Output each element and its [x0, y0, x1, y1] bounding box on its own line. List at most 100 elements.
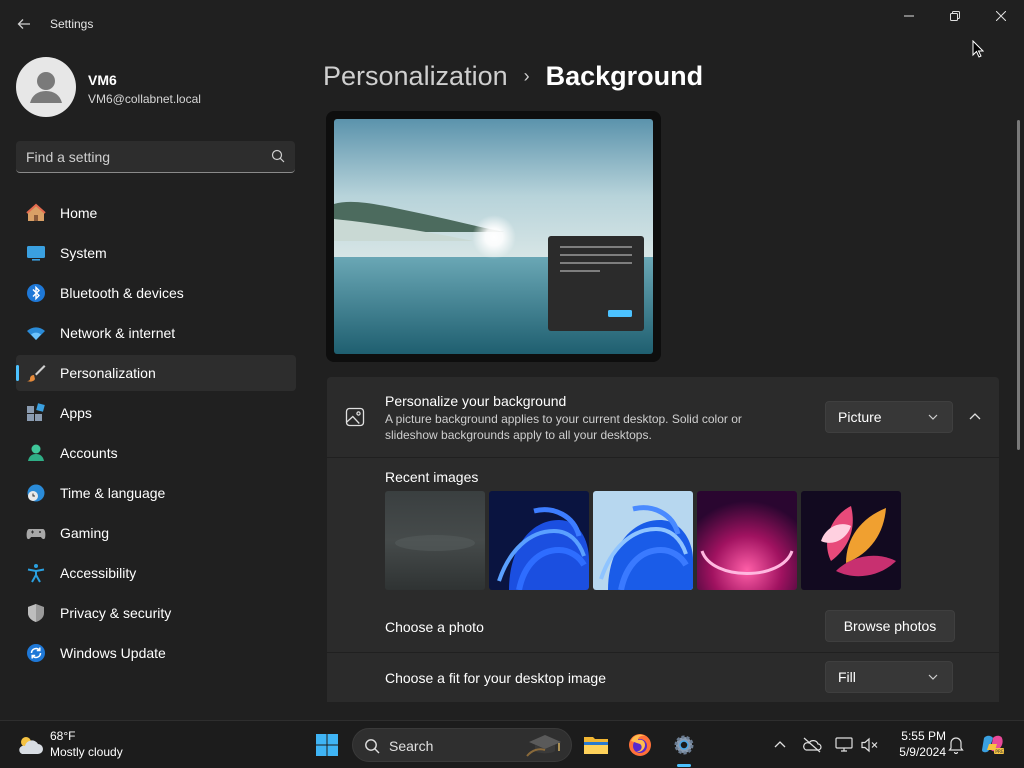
arrow-left-icon [17, 19, 30, 29]
chevron-down-icon [928, 414, 938, 420]
dropdown-value: Picture [838, 409, 882, 425]
taskbar-search[interactable]: Search [352, 728, 572, 762]
chevron-up-icon [969, 413, 981, 420]
selection-indicator [16, 365, 19, 381]
app-title: Settings [50, 17, 94, 31]
gamepad-icon [26, 523, 46, 543]
weather-cloudy-icon[interactable] [16, 733, 44, 762]
accessibility-icon [26, 563, 46, 583]
chevron-up-icon [774, 741, 786, 748]
chevron-right-icon: › [523, 65, 530, 86]
recent-image-thumbnail[interactable] [697, 491, 797, 590]
network-icon[interactable] [834, 735, 854, 755]
preview-wallpaper [334, 119, 653, 354]
minimize-button[interactable] [886, 0, 932, 32]
sidebar-item-windows-update[interactable]: Windows Update [16, 635, 296, 671]
taskbar-search-label: Search [389, 738, 434, 754]
sidebar-item-personalization[interactable]: Personalization [16, 355, 296, 391]
sidebar-item-apps[interactable]: Apps [16, 395, 296, 431]
sidebar-item-label: Accessibility [60, 565, 137, 581]
sidebar-item-bluetooth[interactable]: Bluetooth & devices [16, 275, 296, 311]
browse-photos-button[interactable]: Browse photos [825, 610, 955, 642]
settings-app-button[interactable] [668, 729, 700, 761]
sidebar-item-label: Network & internet [60, 325, 176, 341]
user-avatar-icon [30, 72, 62, 103]
sidebar-item-label: Apps [60, 405, 92, 421]
search-icon [271, 149, 285, 163]
copilot-icon[interactable]: PRE [980, 735, 1006, 755]
sidebar-item-home[interactable]: Home [16, 195, 296, 231]
sidebar-nav: Home System Bluetooth & devices Network … [16, 195, 296, 675]
background-settings-card: Personalize your background A picture ba… [327, 377, 999, 457]
sidebar-item-network[interactable]: Network & internet [16, 315, 296, 351]
clock-date[interactable]: 5/9/2024 [890, 745, 946, 759]
minimize-icon [904, 15, 914, 17]
sidebar-item-privacy[interactable]: Privacy & security [16, 595, 296, 631]
windows-logo-icon [316, 734, 338, 756]
search-input[interactable] [26, 141, 266, 172]
recent-image-thumbnail[interactable] [385, 491, 485, 590]
sidebar-item-time-language[interactable]: Time & language [16, 475, 296, 511]
settings-search[interactable] [16, 141, 295, 173]
close-button[interactable] [978, 0, 1024, 32]
mouse-cursor-icon [972, 39, 985, 63]
volume-muted-icon[interactable] [860, 735, 880, 755]
sidebar-item-accessibility[interactable]: Accessibility [16, 555, 296, 591]
file-explorer-button[interactable] [580, 729, 612, 761]
sidebar-item-label: Home [60, 205, 98, 221]
sidebar-item-label: Personalization [60, 365, 156, 381]
svg-text:PRE: PRE [995, 749, 1004, 755]
close-icon [996, 11, 1006, 21]
content-scrollbar[interactable] [1017, 120, 1020, 450]
start-button[interactable] [311, 729, 343, 761]
sidebar-item-gaming[interactable]: Gaming [16, 515, 296, 551]
recent-image-thumbnail[interactable] [801, 491, 901, 590]
sidebar-item-system[interactable]: System [16, 235, 296, 271]
wifi-icon [26, 323, 46, 343]
sidebar-item-label: Gaming [60, 525, 110, 541]
onedrive-offline-icon[interactable] [802, 735, 822, 755]
choose-photo-row: Choose a photo Browse photos [327, 601, 999, 652]
notifications-icon[interactable] [946, 735, 966, 755]
desktop-preview [326, 111, 661, 362]
background-type-dropdown[interactable]: Picture [825, 401, 953, 433]
breadcrumb-parent[interactable]: Personalization [323, 61, 508, 92]
image-icon [345, 407, 365, 427]
bluetooth-icon [26, 283, 46, 303]
folder-icon [584, 737, 608, 754]
accounts-icon [26, 443, 46, 463]
collapse-button[interactable] [963, 405, 987, 429]
choose-fit-row: Choose a fit for your desktop image Fill [327, 653, 999, 702]
profile-name: VM6 [88, 72, 117, 88]
sidebar-item-label: Accounts [60, 445, 118, 461]
recent-images-label: Recent images [385, 469, 479, 485]
background-description: A picture background applies to your cur… [385, 412, 742, 442]
sidebar-item-label: Bluetooth & devices [60, 285, 184, 301]
user-profile[interactable]: VM6 VM6@collabnet.local [16, 57, 296, 117]
recent-images-list [385, 491, 905, 590]
fit-dropdown[interactable]: Fill [825, 661, 953, 693]
recent-image-thumbnail[interactable] [489, 491, 589, 590]
taskbar: 68°F Mostly cloudy Search 5:55 PM 5/9/20… [0, 720, 1024, 768]
profile-email: VM6@collabnet.local [88, 92, 201, 106]
choose-fit-label: Choose a fit for your desktop image [385, 670, 607, 686]
active-app-indicator [677, 764, 691, 767]
show-hidden-icons-button[interactable] [770, 735, 790, 755]
dropdown-value: Fill [838, 669, 856, 685]
restore-icon [950, 11, 960, 21]
back-button[interactable] [10, 10, 38, 38]
shield-icon [26, 603, 46, 623]
choose-photo-label: Choose a photo [385, 619, 484, 635]
sidebar-item-label: Privacy & security [60, 605, 172, 621]
firefox-button[interactable] [624, 729, 656, 761]
weather-condition: Mostly cloudy [50, 745, 123, 759]
avatar [16, 57, 76, 117]
restore-button[interactable] [932, 0, 978, 32]
clock-time[interactable]: 5:55 PM [890, 729, 946, 743]
recent-image-thumbnail[interactable] [593, 491, 693, 590]
firefox-icon [629, 734, 651, 756]
page-title: Background [545, 60, 704, 91]
sidebar-item-accounts[interactable]: Accounts [16, 435, 296, 471]
search-icon [365, 739, 380, 754]
sidebar-item-label: System [60, 245, 107, 261]
